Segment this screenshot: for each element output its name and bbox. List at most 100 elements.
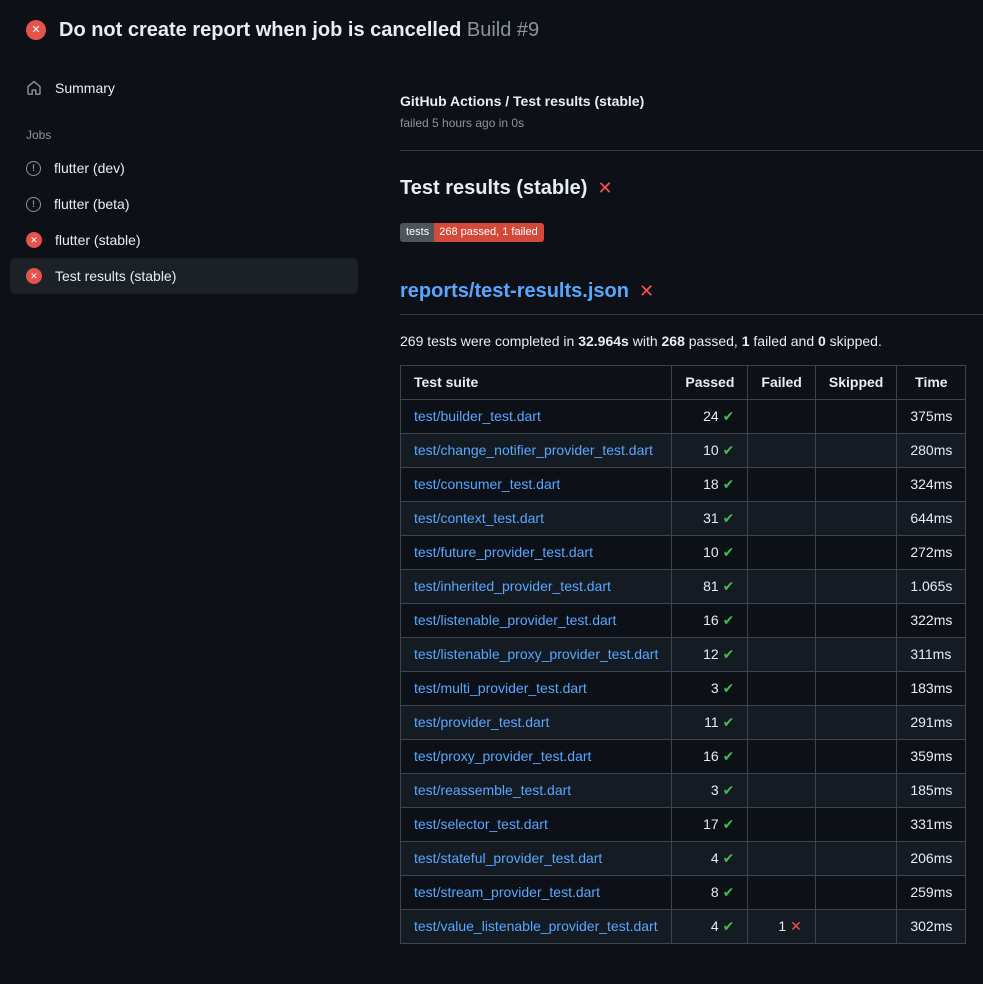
sidebar: Summary Jobs ! flutter (dev) ! flutter (…	[0, 56, 368, 294]
time-cell: 375ms	[897, 400, 966, 434]
suite-link[interactable]: test/future_provider_test.dart	[414, 544, 593, 560]
check-icon: ✔	[723, 816, 735, 832]
passed-cell: 16✔	[672, 604, 748, 638]
time-cell: 206ms	[897, 842, 966, 876]
check-icon: ✔	[723, 544, 735, 560]
suite-link[interactable]: test/listenable_proxy_provider_test.dart	[414, 646, 658, 662]
suite-link[interactable]: test/value_listenable_provider_test.dart	[414, 918, 658, 934]
jobs-section-heading: Jobs	[26, 128, 342, 142]
passed-cell: 3✔	[672, 672, 748, 706]
column-header-test-suite: Test suite	[401, 366, 672, 400]
sidebar-item-flutter-dev[interactable]: ! flutter (dev)	[10, 150, 358, 186]
skipped-cell	[815, 468, 896, 502]
summary-text: failed and	[750, 333, 819, 349]
suite-cell: test/stream_provider_test.dart	[401, 876, 672, 910]
skipped-cell	[815, 536, 896, 570]
skipped-cell	[815, 706, 896, 740]
page: ✕ Do not create report when job is cance…	[0, 0, 983, 984]
skipped-cell	[815, 910, 896, 944]
failed-cell	[748, 672, 815, 706]
table-row: test/value_listenable_provider_test.dart…	[401, 910, 966, 944]
suite-link[interactable]: test/reassemble_test.dart	[414, 782, 571, 798]
suite-link[interactable]: test/provider_test.dart	[414, 714, 549, 730]
sidebar-item-summary[interactable]: Summary	[10, 70, 358, 106]
suite-link[interactable]: test/builder_test.dart	[414, 408, 541, 424]
passed-cell: 12✔	[672, 638, 748, 672]
suite-link[interactable]: test/multi_provider_test.dart	[414, 680, 587, 696]
workflow-run-title: Do not create report when job is cancell…	[59, 19, 461, 41]
failed-cell	[748, 570, 815, 604]
sidebar-item-test-results-stable[interactable]: ✕ Test results (stable)	[10, 258, 358, 294]
passed-cell: 17✔	[672, 808, 748, 842]
table-row: test/context_test.dart31✔644ms	[401, 502, 966, 536]
check-icon: ✔	[723, 748, 735, 764]
check-icon: ✔	[723, 442, 735, 458]
suite-cell: test/context_test.dart	[401, 502, 672, 536]
suite-link[interactable]: test/stateful_provider_test.dart	[414, 850, 602, 866]
suite-link[interactable]: test/stream_provider_test.dart	[414, 884, 600, 900]
failed-cell	[748, 638, 815, 672]
breadcrumb: GitHub Actions / Test results (stable)	[400, 92, 952, 110]
summary-bold-value: 0	[818, 333, 826, 349]
suite-link[interactable]: test/listenable_provider_test.dart	[414, 612, 616, 628]
passed-cell: 31✔	[672, 502, 748, 536]
skipped-cell	[815, 400, 896, 434]
skipped-cell	[815, 774, 896, 808]
failed-cell	[748, 468, 815, 502]
tests-badge: tests 268 passed, 1 failed	[400, 223, 544, 242]
sidebar-item-label: Test results (stable)	[55, 268, 176, 284]
table-row: test/multi_provider_test.dart3✔183ms	[401, 672, 966, 706]
badge-value: 268 passed, 1 failed	[434, 223, 543, 242]
suite-cell: test/consumer_test.dart	[401, 468, 672, 502]
skipped-cell	[815, 502, 896, 536]
time-cell: 324ms	[897, 468, 966, 502]
skipped-cell	[815, 604, 896, 638]
column-header-failed: Failed	[748, 366, 815, 400]
passed-cell: 16✔	[672, 740, 748, 774]
sidebar-item-flutter-stable[interactable]: ✕ flutter (stable)	[10, 222, 358, 258]
check-run-title-text: Test results (stable)	[400, 175, 587, 201]
time-cell: 302ms	[897, 910, 966, 944]
suite-link[interactable]: test/proxy_provider_test.dart	[414, 748, 591, 764]
suite-link[interactable]: test/inherited_provider_test.dart	[414, 578, 611, 594]
suite-cell: test/value_listenable_provider_test.dart	[401, 910, 672, 944]
report-heading: reports/test-results.json ✕	[400, 278, 983, 315]
failed-cell	[748, 808, 815, 842]
table-header-row: Test suite Passed Failed Skipped Time	[401, 366, 966, 400]
results-table: Test suite Passed Failed Skipped Time te…	[400, 365, 966, 944]
table-row: test/proxy_provider_test.dart16✔359ms	[401, 740, 966, 774]
suite-cell: test/multi_provider_test.dart	[401, 672, 672, 706]
suite-link[interactable]: test/consumer_test.dart	[414, 476, 560, 492]
passed-cell: 3✔	[672, 774, 748, 808]
failed-cell	[748, 740, 815, 774]
table-row: test/listenable_provider_test.dart16✔322…	[401, 604, 966, 638]
passed-cell: 81✔	[672, 570, 748, 604]
skipped-cell	[815, 434, 896, 468]
suite-cell: test/inherited_provider_test.dart	[401, 570, 672, 604]
build-header: ✕ Do not create report when job is cance…	[0, 0, 983, 56]
sidebar-item-label: flutter (dev)	[54, 160, 125, 176]
failed-cell	[748, 842, 815, 876]
sidebar-item-label: flutter (beta)	[54, 196, 129, 212]
passed-cell: 4✔	[672, 910, 748, 944]
suite-link[interactable]: test/change_notifier_provider_test.dart	[414, 442, 653, 458]
check-icon: ✔	[723, 476, 735, 492]
failed-cell	[748, 400, 815, 434]
column-header-skipped: Skipped	[815, 366, 896, 400]
time-cell: 280ms	[897, 434, 966, 468]
table-row: test/selector_test.dart17✔331ms	[401, 808, 966, 842]
check-icon: ✔	[723, 918, 735, 934]
table-row: test/future_provider_test.dart10✔272ms	[401, 536, 966, 570]
failed-status-icon: ✕	[26, 20, 46, 40]
failed-cell	[748, 502, 815, 536]
failed-status-icon: ✕	[26, 232, 42, 248]
main-content: GitHub Actions / Test results (stable) f…	[368, 56, 983, 984]
failed-cell	[748, 434, 815, 468]
section-divider	[400, 150, 983, 151]
suite-link[interactable]: test/selector_test.dart	[414, 816, 548, 832]
sidebar-item-flutter-beta[interactable]: ! flutter (beta)	[10, 186, 358, 222]
build-number: Build #9	[467, 19, 539, 41]
check-icon: ✔	[723, 510, 735, 526]
suite-link[interactable]: test/context_test.dart	[414, 510, 544, 526]
report-link[interactable]: reports/test-results.json	[400, 278, 629, 304]
